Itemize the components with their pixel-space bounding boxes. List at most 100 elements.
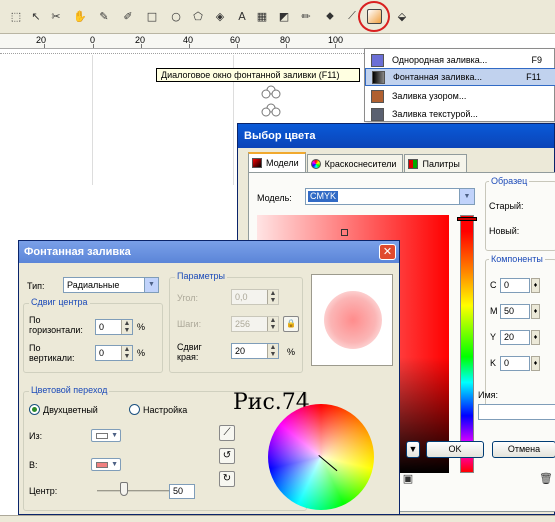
horizontal-label: По горизонтали:	[29, 315, 83, 335]
chevron-down-icon[interactable]: ▼	[459, 189, 474, 204]
center-shift-title: Сдвиг центра	[29, 297, 90, 307]
outline-tool-icon[interactable]: ⬥	[322, 8, 338, 24]
menu-item-fountain-fill[interactable]: Фонтанная заливка... F11	[365, 68, 555, 86]
menu-item-texture-fill[interactable]: Заливка текстурой...	[365, 105, 555, 123]
vertical-label: По вертикали:	[29, 343, 75, 363]
percent-label: %	[137, 348, 146, 358]
smart-fill-icon[interactable]: ✐	[120, 8, 136, 24]
components-title: Компоненты	[489, 254, 545, 264]
menu-item-label: Заливка текстурой...	[392, 109, 478, 119]
table-tool-icon[interactable]: ▦	[254, 8, 270, 24]
horizontal-value: 0	[99, 322, 105, 332]
ruler-tick	[141, 44, 142, 48]
horizontal-ruler: 20 0 20 40 60 80 100	[0, 34, 390, 49]
midpoint-input[interactable]: 50	[169, 484, 195, 499]
menu-item-shortcut: F9	[531, 55, 542, 65]
cancel-button[interactable]: Отмена	[492, 441, 555, 458]
model-value: CMYK	[308, 191, 339, 202]
steps-input[interactable]: 256 ▲ ▼	[231, 316, 279, 332]
tab-mixers[interactable]: Краскоснесители	[306, 154, 404, 172]
angle-input[interactable]: 0,0 ▲ ▼	[231, 289, 279, 305]
close-icon[interactable]: ✕	[379, 244, 396, 260]
spinner-icon[interactable]: ♦	[531, 304, 540, 319]
polygon-tool-icon[interactable]: ⬠	[190, 8, 206, 24]
crop-tool-icon[interactable]: ✂	[48, 8, 64, 24]
text-tool-icon[interactable]: A	[234, 8, 250, 24]
custom-radio[interactable]	[129, 404, 140, 415]
palette-icon[interactable]: ▣	[400, 470, 416, 486]
steps-label: Шаги:	[177, 319, 202, 329]
vertical-value: 0	[99, 348, 105, 358]
to-color-swatch	[96, 462, 108, 468]
component-input-m[interactable]: 50	[500, 304, 530, 319]
shape-tool-icon[interactable]: ↖	[28, 8, 44, 24]
ok-button[interactable]: OK	[426, 441, 484, 458]
counterclockwise-blend-icon[interactable]: ↺	[219, 448, 235, 464]
spinner-icon[interactable]: ▲ ▼	[121, 346, 132, 360]
component-input-y[interactable]: 20	[500, 330, 530, 345]
menu-item-pattern-fill[interactable]: Заливка узором...	[365, 87, 555, 105]
menu-item-uniform-fill[interactable]: Однородная заливка... F9	[365, 51, 555, 69]
spinner-icon[interactable]: ♦	[531, 356, 540, 371]
spinner-icon[interactable]: ▲ ▼	[267, 317, 278, 331]
type-value: Радиальные	[67, 280, 120, 290]
two-color-radio[interactable]	[29, 404, 40, 415]
midpoint-slider-thumb[interactable]	[120, 482, 128, 496]
interactive-tool-icon[interactable]: ◩	[276, 8, 292, 24]
dialog-title: Выбор цвета	[238, 124, 554, 148]
midpoint-slider-track[interactable]	[97, 490, 179, 492]
to-color-picker[interactable]: ▼	[91, 458, 121, 471]
options-dropdown[interactable]: ▼	[406, 441, 420, 458]
vertical-offset-input[interactable]: 0 ▲ ▼	[95, 345, 133, 361]
percent-label: %	[287, 347, 296, 357]
color-dialog-tabs: Модели Краскоснесители Палитры	[248, 152, 468, 172]
name-input[interactable]	[478, 404, 555, 420]
component-row-m: M 50 ♦	[490, 304, 550, 320]
parameters-title: Параметры	[175, 271, 227, 281]
spinner-icon[interactable]: ▲ ▼	[267, 344, 278, 358]
trash-icon[interactable]: 🗑	[538, 470, 554, 486]
tab-label: Краскоснесители	[324, 158, 397, 169]
spinner-icon[interactable]: ▲ ▼	[121, 320, 132, 334]
basic-shapes-icon[interactable]: ◈	[212, 8, 228, 24]
model-label: Модель:	[257, 193, 292, 203]
uniform-fill-icon	[371, 53, 384, 67]
edge-pad-input[interactable]: 20 ▲ ▼	[231, 343, 279, 359]
ellipse-tool-icon[interactable]: ○	[168, 8, 184, 24]
ruler-label: 40	[183, 35, 194, 45]
custom-label: Настройка	[143, 405, 188, 415]
spinner-icon[interactable]: ▲ ▼	[267, 290, 278, 304]
spinner-icon[interactable]: ♦	[531, 278, 540, 293]
menu-item-label: Заливка узором...	[392, 91, 467, 101]
hue-marker[interactable]	[457, 217, 477, 221]
model-select[interactable]: CMYK ▼	[305, 188, 475, 205]
dialog-title: Фонтанная заливка	[19, 241, 399, 263]
eyedropper-icon[interactable]: ✏	[298, 8, 314, 24]
sample-title: Образец	[489, 176, 530, 186]
radial-preview	[324, 291, 382, 349]
type-select[interactable]: Радиальные ▼	[63, 277, 159, 293]
tab-palettes[interactable]: Палитры	[404, 154, 467, 172]
interactive-fill-icon[interactable]: ⬙	[394, 8, 410, 24]
ruler-tick	[286, 44, 287, 48]
type-label: Тип:	[27, 281, 45, 291]
chevron-down-icon[interactable]: ▼	[144, 278, 158, 292]
clockwise-blend-icon[interactable]: ↻	[219, 471, 235, 487]
spinner-icon[interactable]: ♦	[531, 330, 540, 345]
component-input-k[interactable]: 0	[500, 356, 530, 371]
horizontal-offset-input[interactable]: 0 ▲ ▼	[95, 319, 133, 335]
component-input-c[interactable]: 0	[500, 278, 530, 293]
tab-models[interactable]: Модели	[248, 152, 306, 172]
pick-tool-icon[interactable]: ⬚	[8, 8, 24, 24]
color-field-cursor[interactable]	[341, 229, 348, 236]
direct-blend-icon[interactable]: ⟋	[219, 425, 235, 441]
freehand-tool-icon[interactable]: ✎	[96, 8, 112, 24]
lock-icon[interactable]: 🔒	[283, 316, 299, 332]
ruler-label: 60	[230, 35, 241, 45]
from-color-picker[interactable]: ▼	[91, 429, 121, 442]
hue-slider[interactable]	[460, 215, 474, 473]
zoom-tool-icon[interactable]: ✋	[72, 8, 88, 24]
rectangle-tool-icon[interactable]: □	[144, 8, 160, 24]
menu-item-label: Фонтанная заливка...	[393, 72, 482, 82]
old-color-label: Старый:	[489, 201, 524, 211]
